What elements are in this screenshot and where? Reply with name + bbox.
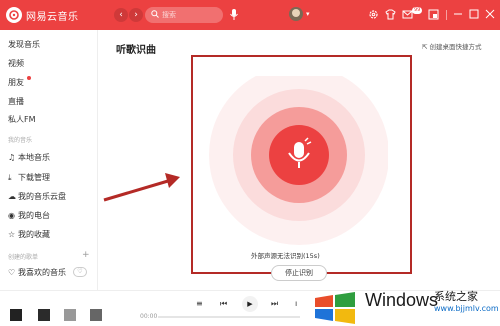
caret-icon[interactable]: ▾ — [306, 10, 310, 18]
progress-bar[interactable] — [158, 316, 300, 318]
sidebar-item-cloud[interactable]: ☁ 我的音乐云盘 — [8, 191, 66, 202]
title-bar: 网易云音乐 ‹ › 搜索 ▾ 99 — [0, 0, 500, 30]
sidebar-item-label: 我的音乐云盘 — [18, 192, 66, 201]
sidebar-item-favorites[interactable]: ☆ 我的收藏 — [8, 229, 50, 240]
sidebar-item-local[interactable]: ♫ 本地音乐 — [8, 152, 50, 163]
stop-recognition-button[interactable]: 停止识别 — [271, 265, 327, 281]
recognition-status: 外部声源无法识别(15s) — [251, 252, 320, 260]
page-title: 听歌识曲 — [116, 45, 156, 56]
section-my-music: 我的音乐 — [8, 137, 33, 144]
download-icon: ⤓ — [8, 173, 12, 182]
sidebar-item-discover[interactable]: 发现音乐 — [8, 39, 40, 50]
search-input[interactable]: 搜索 — [145, 7, 223, 23]
mini-mode-icon[interactable] — [428, 9, 439, 20]
heart-icon: ♡ — [8, 268, 16, 277]
sidebar-item-friends[interactable]: 朋友 — [8, 77, 24, 88]
maximize-icon[interactable] — [469, 9, 479, 19]
notification-dot — [27, 76, 31, 80]
album-thumb[interactable] — [10, 309, 22, 321]
sidebar-item-label: 我的收藏 — [18, 230, 50, 239]
sidebar-item-label: 下载管理 — [18, 173, 50, 182]
sidebar-item-live[interactable]: 直播 — [8, 96, 24, 107]
watermark-brand: Windows — [365, 290, 439, 310]
sidebar-item-fm[interactable]: 私人FM — [8, 114, 36, 125]
next-icon[interactable]: ⏭ — [271, 299, 278, 309]
app-logo — [6, 7, 22, 23]
cloud-icon: ☁ — [8, 192, 16, 201]
add-playlist-button[interactable]: + — [82, 250, 90, 260]
link-icon: ⇱ — [422, 43, 428, 51]
lyrics-icon[interactable]: ı — [295, 299, 297, 308]
note-icon: ♫ — [8, 153, 16, 162]
shortcut-label: 创建桌面快捷方式 — [429, 43, 482, 51]
watermark-url: www.bjjmlv.com — [434, 304, 499, 313]
minimize-icon[interactable] — [453, 9, 463, 19]
back-button[interactable]: ‹ — [114, 8, 128, 22]
search-icon — [151, 10, 159, 18]
album-thumb[interactable] — [90, 309, 102, 321]
playlist-mode-icon[interactable]: ≡ — [196, 299, 203, 308]
sidebar-item-download[interactable]: ⤓ 下载管理 — [8, 172, 50, 183]
forward-button[interactable]: › — [129, 8, 143, 22]
app-title: 网易云音乐 — [26, 12, 79, 23]
watermark-cn: 系统之家 — [434, 290, 478, 303]
heartbeat-mode-button[interactable]: ♡ — [73, 267, 87, 277]
sidebar-item-label: 我的电台 — [18, 211, 50, 220]
mic-icon[interactable] — [229, 8, 239, 21]
sidebar-item-label: 本地音乐 — [18, 153, 50, 162]
avatar[interactable] — [289, 7, 303, 21]
radio-icon: ◉ — [8, 211, 15, 220]
album-thumb[interactable] — [64, 309, 76, 321]
message-badge: 99 — [412, 7, 423, 14]
star-icon: ☆ — [8, 230, 16, 239]
divider — [446, 10, 447, 20]
section-created-playlists: 创建的歌单 — [8, 254, 39, 261]
close-icon[interactable] — [485, 9, 495, 19]
prev-icon[interactable]: ⏮ — [220, 299, 227, 309]
gear-icon[interactable] — [368, 9, 379, 20]
sidebar-item-liked[interactable]: ♡ 我喜欢的音乐 — [8, 267, 66, 278]
recognition-visual — [209, 76, 388, 245]
search-placeholder: 搜索 — [162, 11, 176, 19]
sidebar-item-label: 我喜欢的音乐 — [18, 268, 66, 277]
skin-icon[interactable] — [385, 9, 396, 20]
play-button[interactable]: ▶ — [242, 296, 258, 312]
windows-logo — [315, 292, 355, 324]
sidebar-item-radio[interactable]: ◉ 我的电台 — [8, 210, 50, 221]
album-thumb[interactable] — [38, 309, 50, 321]
sidebar-item-video[interactable]: 视频 — [8, 58, 24, 69]
current-time: 00:00 — [140, 313, 158, 320]
create-shortcut-link[interactable]: ⇱ 创建桌面快捷方式 — [422, 41, 482, 51]
